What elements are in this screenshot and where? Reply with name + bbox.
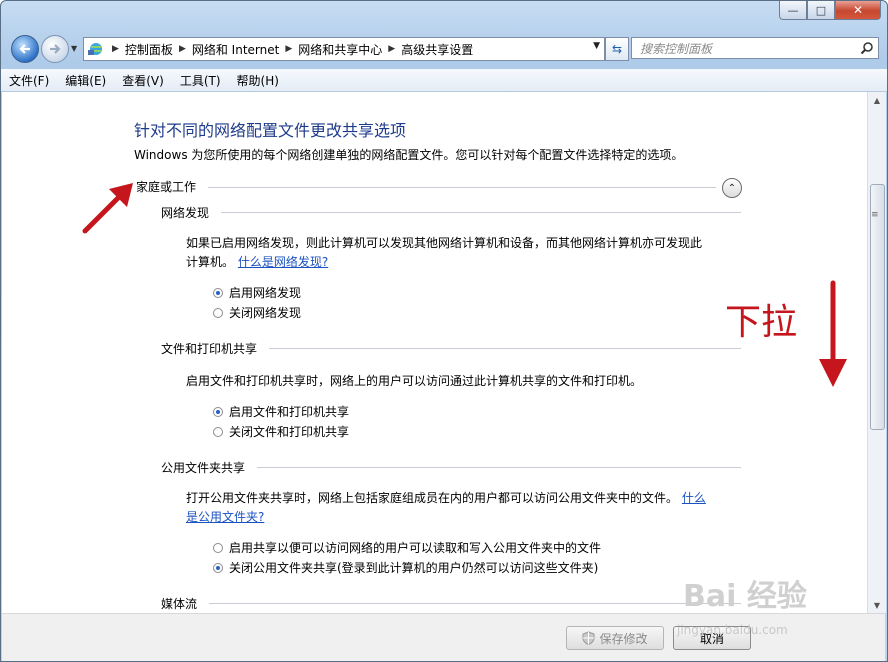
radio-label: 启用网络发现 xyxy=(229,286,302,300)
network-discovery-heading-label: 网络发现 xyxy=(161,206,210,220)
watermark-url: jingyan.baidu.com xyxy=(677,623,788,637)
radio-button[interactable] xyxy=(213,426,223,437)
back-button[interactable] xyxy=(11,35,39,63)
menu-tools[interactable]: 工具(T) xyxy=(172,72,229,89)
radio-label: 关闭网络发现 xyxy=(229,306,302,320)
profile-header-label: 家庭或工作 xyxy=(136,180,197,194)
breadcrumb-network-internet[interactable]: 网络和 Internet xyxy=(192,41,279,58)
radio-enable-file-printer-sharing[interactable]: 启用文件和打印机共享 xyxy=(213,403,349,420)
search-icon[interactable] xyxy=(860,41,874,58)
network-discovery-heading: 网络发现 xyxy=(161,204,209,221)
vertical-scrollbar[interactable]: ▲ ≡ ▼ xyxy=(867,92,886,613)
media-streaming-heading: 媒体流 xyxy=(161,595,197,612)
radio-disable-public-folder-sharing[interactable]: 关闭公用文件夹共享(登录到此计算机的用户仍然可以访问这些文件夹) xyxy=(213,559,598,576)
collapse-chevron-up-icon[interactable]: ⌃ xyxy=(722,178,742,198)
address-bar[interactable]: ▶ 控制面板 ▶ 网络和 Internet ▶ 网络和共享中心 ▶ 高级共享设置… xyxy=(83,37,605,61)
navigation-bar: ▼ ▶ 控制面板 ▶ 网络和 Internet ▶ 网络和共享中心 ▶ 高级共享… xyxy=(9,34,881,64)
refresh-icon: ⇆ xyxy=(611,42,623,56)
minimize-button[interactable]: — xyxy=(779,1,807,20)
shield-icon xyxy=(582,631,595,645)
annotation-label: 下拉 xyxy=(725,302,798,343)
save-changes-label: 保存修改 xyxy=(599,631,648,646)
radio-disable-network-discovery[interactable]: 关闭网络发现 xyxy=(213,304,301,321)
public-folder-sharing-text-line1: 打开公用文件夹共享时，网络上包括家庭组成员在内的用户都可以访问公用文件夹中的文件… xyxy=(186,491,679,505)
file-printer-sharing-text: 启用文件和打印机共享时，网络上的用户可以访问通过此计算机共享的文件和打印机。 xyxy=(186,374,643,388)
breadcrumb-network-sharing-center[interactable]: 网络和共享中心 xyxy=(298,41,382,58)
refresh-button[interactable]: ⇆ xyxy=(605,37,629,61)
divider xyxy=(209,603,741,604)
forward-button[interactable] xyxy=(41,35,69,63)
menu-edit[interactable]: 编辑(E) xyxy=(57,72,114,89)
radio-label: 关闭公用文件夹共享(登录到此计算机的用户仍然可以访问这些文件夹) xyxy=(229,561,599,575)
public-folder-help-link-part2[interactable]: 是公用文件夹? xyxy=(186,510,264,524)
network-discovery-text: 如果已启用网络发现，则此计算机可以发现其他网络计算机和设备，而其他网络计算机亦可… xyxy=(186,234,702,272)
scroll-up-arrow-icon[interactable]: ▲ xyxy=(868,92,886,108)
file-printer-sharing-heading: 文件和打印机共享 xyxy=(161,340,257,357)
radio-disable-file-printer-sharing[interactable]: 关闭文件和打印机共享 xyxy=(213,423,349,440)
public-folder-sharing-heading: 公用文件夹共享 xyxy=(161,459,245,476)
scrollbar-grip-icon: ≡ xyxy=(871,210,879,220)
chevron-right-icon: ▶ xyxy=(388,44,396,54)
network-discovery-text-line2: 计算机。 xyxy=(186,255,235,269)
explorer-window: — □ ✕ ▼ ▶ 控制面板 ▶ 网络和 Internet ▶ 网络和共享中心 … xyxy=(0,0,888,662)
dialog-button-bar: 保存修改 取消 xyxy=(2,613,885,661)
scrollbar-thumb[interactable] xyxy=(870,184,885,430)
network-icon xyxy=(84,41,106,57)
profile-header-home-work[interactable]: 家庭或工作 xyxy=(136,178,196,195)
radio-enable-public-folder-sharing[interactable]: 启用共享以便可以访问网络的用户可以读取和写入公用文件夹中的文件 xyxy=(213,539,601,556)
radio-enable-network-discovery[interactable]: 启用网络发现 xyxy=(213,284,301,301)
public-folder-sharing-text: 打开公用文件夹共享时，网络上包括家庭组成员在内的用户都可以访问公用文件夹中的文件… xyxy=(186,489,706,527)
network-discovery-help-link[interactable]: 什么是网络发现? xyxy=(238,255,328,269)
network-discovery-text-line1: 如果已启用网络发现，则此计算机可以发现其他网络计算机和设备，而其他网络计算机亦可… xyxy=(186,236,703,250)
recent-pages-dropdown-icon[interactable]: ▼ xyxy=(71,44,77,53)
address-dropdown-icon[interactable]: ▼ xyxy=(593,41,600,51)
search-placeholder: 搜索控制面板 xyxy=(640,41,713,56)
close-button[interactable]: ✕ xyxy=(835,1,881,20)
page-title: 针对不同的网络配置文件更改共享选项 xyxy=(134,121,407,140)
scroll-down-arrow-icon[interactable]: ▼ xyxy=(868,597,886,613)
divider xyxy=(208,187,716,188)
menu-help[interactable]: 帮助(H) xyxy=(229,72,287,89)
radio-button[interactable] xyxy=(213,542,223,553)
watermark-logo: Bai 经验 xyxy=(683,579,807,614)
radio-button[interactable] xyxy=(213,307,223,318)
menu-bar: 文件(F) 编辑(E) 查看(V) 工具(T) 帮助(H) xyxy=(1,69,887,92)
radio-label: 启用共享以便可以访问网络的用户可以读取和写入公用文件夹中的文件 xyxy=(229,541,602,555)
divider xyxy=(221,212,741,213)
menu-view[interactable]: 查看(V) xyxy=(114,72,172,89)
page-description: Windows 为您所使用的每个网络创建单独的网络配置文件。您可以针对每个配置文… xyxy=(134,148,684,162)
divider xyxy=(269,348,741,349)
arrow-left-icon xyxy=(19,44,30,54)
divider xyxy=(257,467,741,468)
breadcrumb-control-panel[interactable]: 控制面板 xyxy=(125,41,173,58)
save-changes-button[interactable]: 保存修改 xyxy=(566,626,664,650)
chevron-right-icon: ▶ xyxy=(285,44,293,54)
radio-button-selected[interactable] xyxy=(213,287,223,298)
caption-buttons: — □ ✕ xyxy=(779,1,881,20)
public-folder-sharing-heading-label: 公用文件夹共享 xyxy=(161,461,246,475)
arrow-right-icon xyxy=(50,44,61,54)
annotation-arrow-down-icon xyxy=(819,280,847,387)
search-input[interactable]: 搜索控制面板 xyxy=(631,37,879,59)
radio-label: 启用文件和打印机共享 xyxy=(229,405,350,419)
public-folder-help-link-part1[interactable]: 什么 xyxy=(682,491,706,505)
radio-button-selected[interactable] xyxy=(213,406,223,417)
chevron-right-icon: ▶ xyxy=(178,44,186,54)
chevron-right-icon: ▶ xyxy=(112,44,119,54)
radio-button-selected[interactable] xyxy=(213,562,223,573)
breadcrumb-advanced-sharing[interactable]: 高级共享设置 xyxy=(401,41,473,58)
radio-label: 关闭文件和打印机共享 xyxy=(229,425,350,439)
menu-file[interactable]: 文件(F) xyxy=(1,72,57,89)
media-streaming-heading-label: 媒体流 xyxy=(161,597,198,611)
annotation-arrow-up-right-icon xyxy=(82,183,133,234)
maximize-button[interactable]: □ xyxy=(807,1,835,20)
file-printer-sharing-heading-label: 文件和打印机共享 xyxy=(161,342,258,356)
